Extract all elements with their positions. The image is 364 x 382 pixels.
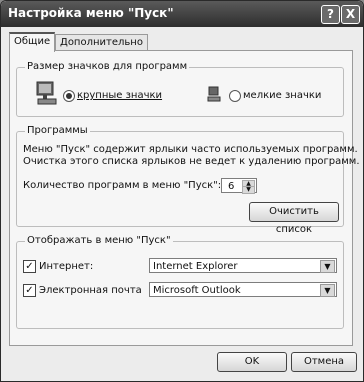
close-button[interactable]: X [341,5,360,24]
programs-description-line2: Очистка этого списка ярлыков не ведет к … [23,156,360,167]
chevron-down-icon[interactable]: ▼ [320,260,335,273]
cancel-button[interactable]: Отмена [291,352,357,372]
email-label[interactable]: Электронная почта [39,285,142,296]
large-computer-icon [36,81,57,105]
program-count-spinner[interactable]: 6 ▲ ▼ [221,178,257,194]
email-select[interactable]: Microsoft Outlook ▼ [149,282,337,297]
internet-select-value: Internet Explorer [153,261,238,272]
large-icons-label[interactable]: крупные значки [77,90,162,101]
icon-size-group: Размер значков для программ крупные знач… [16,61,344,117]
internet-label[interactable]: Интернет: [39,261,93,272]
radio-selected-dot [66,93,72,99]
programs-legend: Программы [25,125,90,136]
small-icons-label[interactable]: мелкие значки [243,90,321,101]
show-in-start-legend: Отображать в меню "Пуск" [25,235,173,246]
dialog-title: Настройка меню "Пуск" [8,6,174,20]
internet-select[interactable]: Internet Explorer ▼ [149,258,337,273]
small-icons-radio[interactable] [229,90,241,102]
programs-group: Программы Меню "Пуск" содержит ярлыки ча… [16,125,360,235]
title-bar[interactable]: Настройка меню "Пуск" ? X [1,1,363,27]
program-count-value: 6 [228,181,235,192]
dialog-window: Настройка меню "Пуск" ? X Общие Дополнит… [0,0,364,382]
clear-list-button[interactable]: Очистить список [249,202,339,235]
chevron-down-icon[interactable]: ▼ [320,284,335,297]
help-button[interactable]: ? [321,5,340,24]
small-computer-icon [207,86,221,102]
show-in-start-group: Отображать в меню "Пуск" ✓ Интернет: Int… [16,235,344,329]
tab-general[interactable]: Общие [9,32,56,52]
tab-advanced[interactable]: Дополнительно [55,34,148,51]
email-select-value: Microsoft Outlook [153,285,241,296]
tab-panel: Размер значков для программ крупные знач… [9,50,360,346]
large-icons-radio[interactable] [63,90,75,102]
spin-down-icon[interactable]: ▼ [242,186,255,194]
email-checkbox[interactable]: ✓ [23,284,36,297]
internet-checkbox[interactable]: ✓ [23,260,36,273]
icon-size-legend: Размер значков для программ [25,61,190,72]
ok-button[interactable]: OK [217,352,287,372]
program-count-label: Количество программ в меню "Пуск": [23,180,222,191]
programs-description-line1: Меню "Пуск" содержит ярлыки часто исполь… [23,144,358,155]
